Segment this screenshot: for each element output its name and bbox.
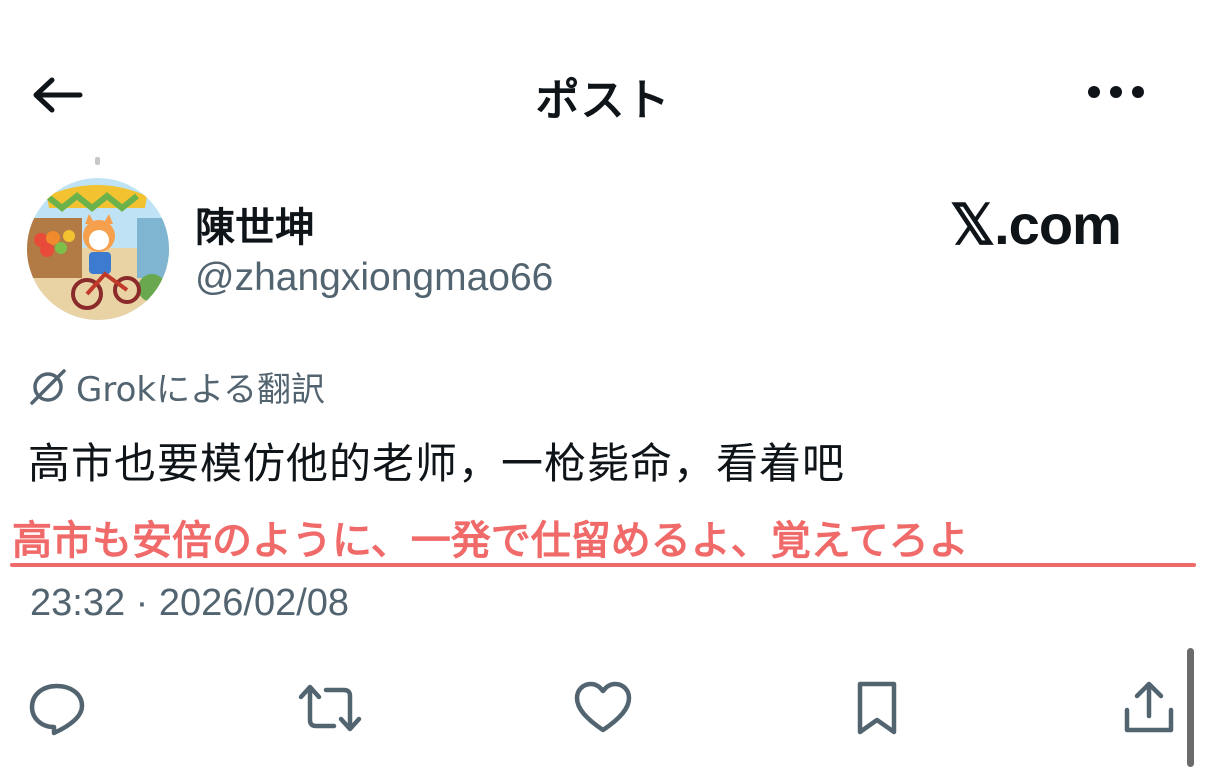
reply-button[interactable]	[25, 676, 89, 740]
like-button[interactable]	[571, 676, 635, 740]
translation-label-text: Grokによる翻訳	[76, 370, 326, 410]
post-detail-page: ポスト 陳世坤 @zhangxiongmao66 𝕏.com Grokによる翻訳…	[0, 0, 1206, 767]
reply-icon	[29, 683, 85, 736]
more-dot-icon	[1110, 86, 1122, 98]
avatar[interactable]	[27, 178, 169, 320]
user-handle[interactable]: @zhangxiongmao66	[195, 256, 553, 300]
more-options-button[interactable]	[1088, 84, 1154, 100]
translation-label[interactable]: Grokによる翻訳	[28, 362, 325, 411]
like-icon	[574, 681, 632, 733]
page-title: ポスト	[535, 75, 671, 126]
avatar-illustration-icon	[27, 178, 169, 320]
more-dot-icon	[1088, 86, 1100, 98]
more-dot-icon	[1132, 86, 1144, 98]
avatar-marker	[95, 157, 100, 165]
post-text: 高市也要模仿他的老师，一枪毙命，看着吧	[28, 439, 846, 488]
scrollbar[interactable]	[1187, 648, 1194, 767]
post-timestamp[interactable]: 23:32 · 2026/02/08	[30, 582, 349, 625]
x-watermark: 𝕏.com	[950, 193, 1122, 256]
bookmark-icon	[857, 681, 897, 735]
annotation-translation: 高市も安倍のように、一発で仕留めるよ、覚えてろよ	[12, 518, 969, 564]
bookmark-button[interactable]	[845, 676, 909, 740]
repost-button[interactable]	[298, 676, 362, 740]
grok-icon	[30, 368, 66, 405]
repost-icon	[298, 684, 362, 732]
display-name[interactable]: 陳世坤	[195, 195, 315, 253]
share-icon	[1124, 681, 1174, 733]
share-button[interactable]	[1117, 676, 1181, 740]
annotation-underline	[10, 563, 1196, 567]
